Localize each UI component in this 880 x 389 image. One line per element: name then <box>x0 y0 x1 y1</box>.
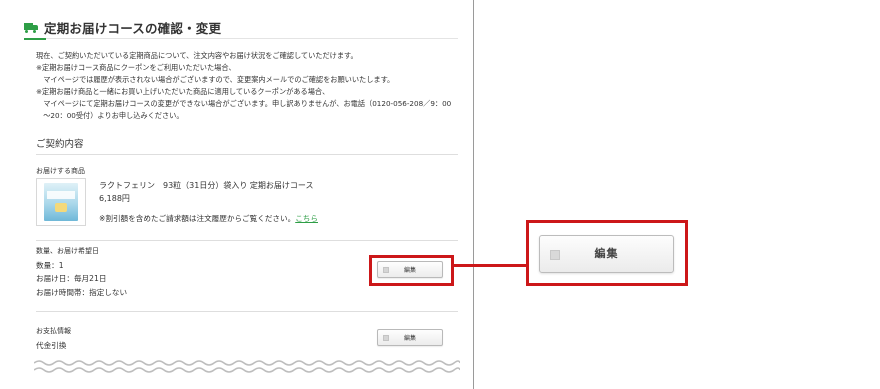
section-divider <box>36 154 458 155</box>
delivery-time: お届け時間帯：指定しない <box>36 288 128 297</box>
section-title: ご契約内容 <box>36 139 84 150</box>
zoomed-edit-button[interactable]: 編集 <box>539 235 674 273</box>
notice-line: ※定期お届け商品と一緒にお買い上げいただいた商品に適用しているクーポンがある場合… <box>36 87 330 96</box>
row-divider <box>36 240 458 241</box>
delivery-label: 数量、お届け希望日 <box>36 247 99 255</box>
notice-line: マイページにて定期お届けコースの変更ができない場合がございます。申し訳ありません… <box>36 99 452 108</box>
product-package-icon <box>44 183 78 221</box>
title-divider <box>24 38 458 40</box>
delivery-quantity: 数量：1 <box>36 261 64 270</box>
row-divider <box>36 311 458 312</box>
highlight-box-small <box>369 255 454 286</box>
order-history-link[interactable]: こちら <box>295 214 318 223</box>
payment-label: お支払情報 <box>36 327 71 335</box>
delivery-day: お届け日：毎月21日 <box>36 274 107 283</box>
product-name: ラクトフェリン 93粒（31日分）袋入り 定期お届けコース <box>99 181 314 190</box>
contract-panel: 定期お届けコースの確認・変更 現在、ご契約いただいている定期商品について、注文内… <box>0 0 474 389</box>
product-note-text: ※割引額を含めたご請求額は注文履歴からご覧ください。 <box>99 214 296 223</box>
notice-line: ※定期お届けコース商品にクーポンをご利用いただいた場合、 <box>36 63 236 72</box>
product-note: ※割引額を含めたご請求額は注文履歴からご覧ください。こちら <box>99 213 318 224</box>
page-title: 定期お届けコースの確認・変更 <box>44 21 222 36</box>
callout-connector-line <box>454 264 529 267</box>
product-image <box>36 178 86 226</box>
payment-method: 代金引換 <box>36 341 67 350</box>
delivery-truck-icon <box>24 22 38 33</box>
notice-text: 現在、ご契約いただいている定期商品について、注文内容やお届け状況をご確認していた… <box>36 50 466 122</box>
product-price: 6,188円 <box>99 194 130 203</box>
payment-edit-button[interactable]: 編集 <box>377 329 443 346</box>
torn-edge-wave <box>34 360 460 373</box>
notice-line: 〜20：00受付）よりお申し込みください。 <box>36 111 184 120</box>
zoomed-edit-button-label: 編集 <box>594 247 619 260</box>
title-row: 定期お届けコースの確認・変更 <box>24 18 221 37</box>
button-square-icon <box>383 335 389 341</box>
notice-line: マイページでは履歴が表示されない場合がございますので、変更案内メールでのご確認を… <box>36 75 395 84</box>
notice-line: 現在、ご契約いただいている定期商品について、注文内容やお届け状況をご確認していた… <box>36 51 358 60</box>
product-label: お届けする商品 <box>36 167 85 175</box>
